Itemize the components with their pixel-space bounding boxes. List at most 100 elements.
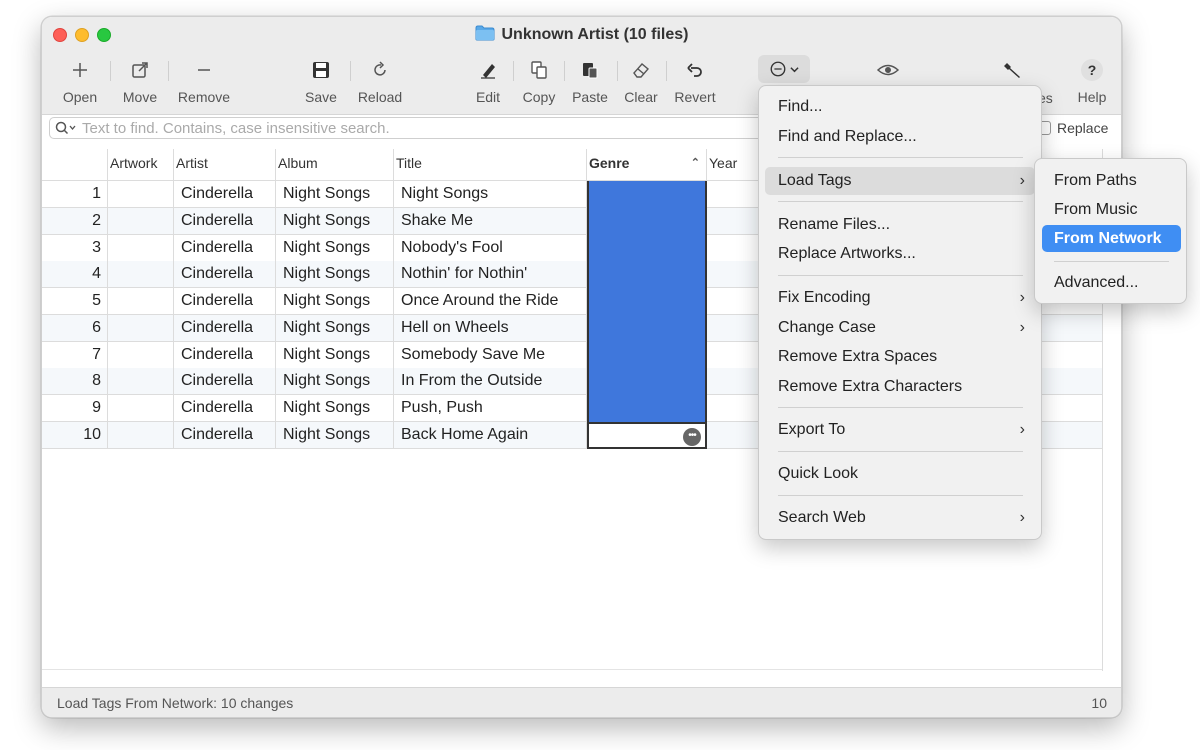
artist-cell[interactable]: Cinderella — [174, 261, 276, 289]
title-cell[interactable]: In From the Outside — [394, 368, 587, 396]
album-cell[interactable]: Night Songs — [276, 341, 394, 369]
column-header-title[interactable]: Title — [394, 149, 587, 181]
column-header-index[interactable] — [42, 149, 108, 181]
submenu-item-from-paths[interactable]: From Paths — [1042, 167, 1181, 194]
open-label: Open — [62, 89, 98, 105]
title-cell[interactable]: Nobody's Fool — [394, 234, 587, 262]
album-cell[interactable]: Night Songs — [276, 314, 394, 342]
menu-item-remove-extra-spaces[interactable]: Remove Extra Spaces — [765, 343, 1035, 371]
genre-cell[interactable] — [587, 234, 707, 262]
save-button[interactable]: Save — [301, 57, 341, 105]
chevron-right-icon: › — [1019, 172, 1025, 189]
column-header-artist[interactable]: Artist — [174, 149, 276, 181]
clear-button[interactable]: Clear — [620, 57, 662, 105]
artwork-cell[interactable] — [108, 368, 174, 396]
wrench-icon — [997, 57, 1029, 83]
genre-cell[interactable] — [587, 395, 707, 422]
artist-cell[interactable]: Cinderella — [174, 341, 276, 369]
quick-look-button[interactable] — [872, 57, 904, 83]
submenu-item-from-network[interactable]: From Network — [1042, 225, 1181, 252]
album-cell[interactable]: Night Songs — [276, 368, 394, 396]
title-cell[interactable]: Hell on Wheels — [394, 314, 587, 342]
move-label: Move — [122, 89, 158, 105]
column-header-artwork[interactable]: Artwork — [108, 149, 174, 181]
more-options-icon[interactable]: ••• — [683, 427, 701, 446]
column-header-album[interactable]: Album — [276, 149, 394, 181]
genre-cell[interactable] — [587, 368, 707, 396]
menu-item-replace-artworks[interactable]: Replace Artworks... — [765, 240, 1035, 268]
album-cell[interactable]: Night Songs — [276, 421, 394, 449]
revert-button[interactable]: Revert — [670, 57, 720, 105]
help-label: Help — [1077, 89, 1107, 105]
artist-cell[interactable]: Cinderella — [174, 181, 276, 208]
artwork-cell[interactable] — [108, 234, 174, 262]
artist-cell[interactable]: Cinderella — [174, 288, 276, 315]
artist-cell[interactable]: Cinderella — [174, 368, 276, 396]
album-cell[interactable]: Night Songs — [276, 288, 394, 315]
artist-cell[interactable]: Cinderella — [174, 421, 276, 449]
tools-button[interactable] — [997, 57, 1029, 83]
genre-cell[interactable]: ••• — [587, 421, 707, 449]
menu-item-find[interactable]: Find... — [765, 93, 1035, 121]
chevron-right-icon: › — [1019, 509, 1025, 526]
actions-menu-button[interactable] — [758, 55, 810, 83]
title-cell[interactable]: Nothin' for Nothin' — [394, 261, 587, 289]
replace-toggle[interactable]: Replace — [1037, 120, 1108, 136]
folder-icon — [475, 25, 495, 41]
title-cell[interactable]: Once Around the Ride — [394, 288, 587, 315]
artist-cell[interactable]: Cinderella — [174, 234, 276, 262]
artist-cell[interactable]: Cinderella — [174, 207, 276, 235]
help-button[interactable]: ? Help — [1072, 57, 1112, 105]
menu-item-load-tags[interactable]: Load Tags › — [765, 167, 1035, 195]
copy-button[interactable]: Copy — [518, 57, 560, 105]
artwork-cell[interactable] — [108, 314, 174, 342]
album-cell[interactable]: Night Songs — [276, 207, 394, 235]
paste-button[interactable]: Paste — [568, 57, 612, 105]
genre-cell[interactable] — [587, 314, 707, 342]
menu-item-search-web[interactable]: Search Web › — [765, 504, 1035, 532]
album-cell[interactable]: Night Songs — [276, 395, 394, 422]
genre-cell[interactable] — [587, 181, 707, 208]
column-header-genre[interactable]: Genre ⌃ — [587, 149, 707, 181]
artwork-cell[interactable] — [108, 341, 174, 369]
artwork-cell[interactable] — [108, 207, 174, 235]
revert-label: Revert — [674, 89, 716, 105]
genre-cell[interactable] — [587, 207, 707, 235]
genre-cell[interactable] — [587, 341, 707, 369]
artist-cell[interactable]: Cinderella — [174, 314, 276, 342]
open-button[interactable]: Open — [60, 57, 100, 105]
album-cell[interactable]: Night Songs — [276, 181, 394, 208]
menu-item-remove-extra-characters[interactable]: Remove Extra Characters — [765, 373, 1035, 401]
circle-minus-icon — [770, 61, 786, 77]
title-cell[interactable]: Push, Push — [394, 395, 587, 422]
title-cell[interactable]: Night Songs — [394, 181, 587, 208]
submenu-item-advanced[interactable]: Advanced... — [1042, 269, 1181, 296]
artwork-cell[interactable] — [108, 181, 174, 208]
menu-separator — [778, 157, 1023, 158]
move-button[interactable]: Move — [120, 57, 160, 105]
album-cell[interactable]: Night Songs — [276, 234, 394, 262]
edit-button[interactable]: Edit — [469, 57, 507, 105]
pencil-icon — [469, 57, 507, 83]
artwork-cell[interactable] — [108, 421, 174, 449]
title-cell[interactable]: Somebody Save Me — [394, 341, 587, 369]
menu-item-find-replace[interactable]: Find and Replace... — [765, 123, 1035, 151]
menu-item-fix-encoding[interactable]: Fix Encoding › — [765, 284, 1035, 312]
artwork-cell[interactable] — [108, 288, 174, 315]
remove-button[interactable]: Remove — [176, 57, 232, 105]
export-to-label: Export To — [778, 421, 846, 438]
genre-cell[interactable] — [587, 288, 707, 315]
genre-cell[interactable] — [587, 261, 707, 289]
menu-item-quick-look[interactable]: Quick Look — [765, 460, 1035, 488]
submenu-item-from-music[interactable]: From Music — [1042, 196, 1181, 223]
album-cell[interactable]: Night Songs — [276, 261, 394, 289]
menu-item-change-case[interactable]: Change Case › — [765, 314, 1035, 342]
title-cell[interactable]: Shake Me — [394, 207, 587, 235]
title-cell[interactable]: Back Home Again — [394, 421, 587, 449]
menu-item-export-to[interactable]: Export To › — [765, 416, 1035, 444]
menu-item-rename-files[interactable]: Rename Files... — [765, 211, 1035, 239]
artist-cell[interactable]: Cinderella — [174, 395, 276, 422]
artwork-cell[interactable] — [108, 395, 174, 422]
reload-button[interactable]: Reload — [354, 57, 406, 105]
artwork-cell[interactable] — [108, 261, 174, 289]
